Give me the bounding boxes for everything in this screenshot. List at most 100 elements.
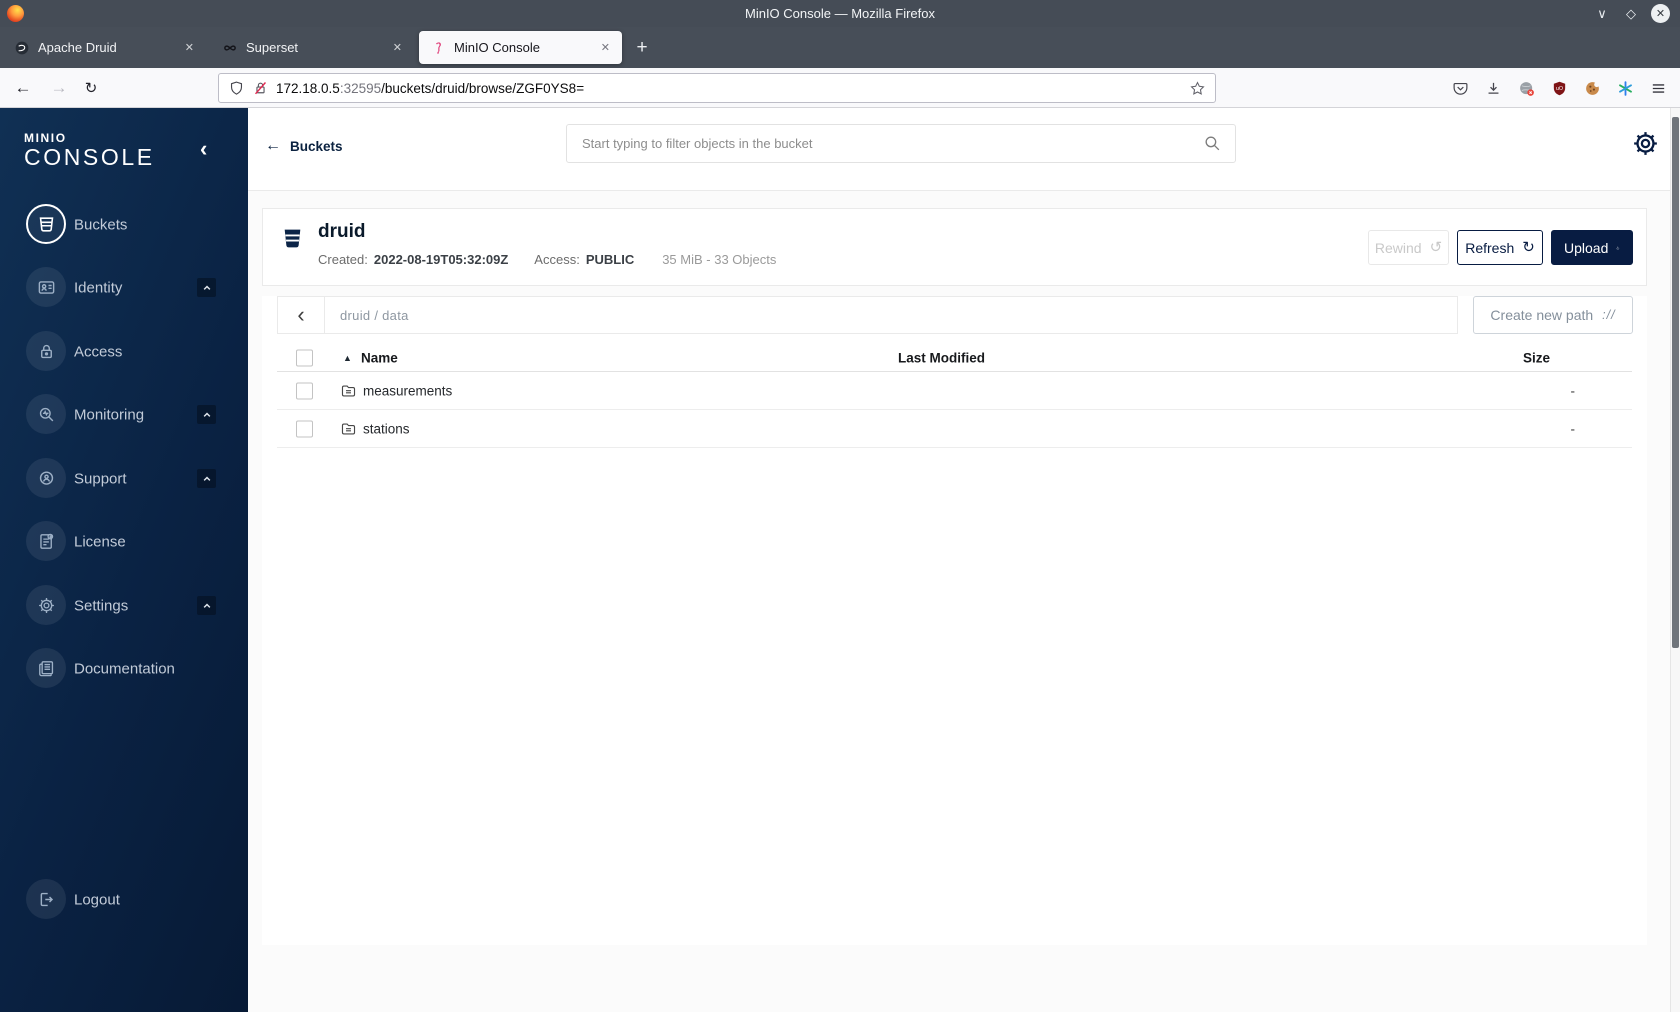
- bucket-actions: Rewind ↺ Refresh ↻ Upload: [1368, 230, 1633, 265]
- upload-button[interactable]: Upload: [1551, 230, 1633, 265]
- bucket-usage: 35 MiB - 33 Objects: [662, 252, 777, 267]
- column-header-size: Size: [1522, 350, 1550, 366]
- tracking-shield-icon[interactable]: [228, 80, 245, 97]
- page-scrollbar[interactable]: [1670, 108, 1680, 1012]
- ublock-origin-icon[interactable]: uO: [1551, 80, 1568, 97]
- pocket-icon[interactable]: [1452, 80, 1469, 97]
- column-header-name[interactable]: Name: [361, 351, 398, 366]
- cookie-extension-icon[interactable]: [1584, 80, 1601, 97]
- sidebar-item-settings[interactable]: Settings: [0, 574, 248, 637]
- search-icon: [1205, 136, 1220, 151]
- object-row-measurements[interactable]: measurements -: [277, 372, 1632, 410]
- minio-console-logo: MINIO CONSOLE: [24, 131, 155, 171]
- main-content: ← Buckets Start typing to filter objects…: [248, 108, 1680, 1012]
- url-host: 172.18.0.5: [276, 80, 340, 96]
- page-header: ← Buckets: [248, 108, 1680, 191]
- chevron-up-icon[interactable]: [197, 469, 216, 488]
- window-controls: ∨ ◇ ✕: [1593, 4, 1670, 23]
- select-all-checkbox[interactable]: [296, 349, 313, 367]
- upload-icon: [1616, 246, 1620, 249]
- sidebar-item-identity[interactable]: Identity: [0, 256, 248, 319]
- tab-superset[interactable]: Superset ✕: [211, 31, 414, 64]
- sidebar-item-license[interactable]: License: [0, 510, 248, 573]
- refresh-button[interactable]: Refresh ↻: [1457, 230, 1543, 265]
- bucket-name: druid: [318, 221, 366, 242]
- tab-minio-console[interactable]: MinIO Console ✕: [419, 31, 622, 64]
- sidebar-item-label: Identity: [74, 279, 123, 296]
- scrollbar-thumb[interactable]: [1672, 117, 1679, 648]
- object-name[interactable]: measurements: [363, 383, 452, 398]
- chevron-up-icon[interactable]: [197, 278, 216, 297]
- refresh-icon: ↻: [1522, 239, 1535, 256]
- objects-table-header: ▲ Name Last Modified Size: [277, 345, 1632, 372]
- tab-apache-druid[interactable]: Apache Druid ✕: [3, 31, 206, 64]
- toolbar-extension-icons: uO: [1452, 74, 1667, 102]
- access-label: Access:: [534, 252, 580, 267]
- asterisk-extension-icon[interactable]: [1617, 80, 1634, 97]
- forward-button[interactable]: →: [44, 74, 74, 102]
- extension-account-icon[interactable]: [1518, 80, 1535, 97]
- window-close-icon[interactable]: ✕: [1651, 4, 1670, 23]
- downloads-icon[interactable]: [1485, 80, 1502, 97]
- bucket-metadata: Created: 2022-08-19T05:32:09Z Access: PU…: [318, 252, 776, 267]
- sidebar-item-support[interactable]: Support: [0, 447, 248, 510]
- window-maximize-icon[interactable]: ◇: [1622, 5, 1640, 23]
- path-back-chevron-icon[interactable]: ‹: [278, 297, 325, 333]
- search-input[interactable]: [580, 135, 1203, 152]
- tab-close-icon[interactable]: ✕: [180, 40, 199, 55]
- url-path: /buckets/druid/browse/ZGF0YS8=: [381, 80, 585, 96]
- minio-flamingo-favicon: [436, 41, 441, 54]
- insecure-lock-icon[interactable]: [252, 80, 269, 97]
- bucket-icon: [280, 226, 305, 251]
- created-value: 2022-08-19T05:32:09Z: [373, 252, 509, 267]
- upload-label: Upload: [1564, 239, 1609, 256]
- column-header-last-modified: Last Modified: [898, 350, 985, 366]
- sidebar-item-documentation[interactable]: Documentation: [0, 637, 248, 700]
- tab-close-icon[interactable]: ✕: [388, 40, 407, 55]
- create-new-path-label: Create new path: [1490, 307, 1594, 323]
- row-checkbox[interactable]: [296, 382, 313, 399]
- sidebar-item-access[interactable]: Access: [0, 320, 248, 383]
- hamburger-menu-icon[interactable]: [1650, 80, 1667, 97]
- minio-console-app: MINIO CONSOLE ‹ Buckets Identity Access …: [0, 108, 1680, 1012]
- sidebar-item-label: Buckets: [74, 216, 128, 233]
- back-to-buckets-link[interactable]: ← Buckets: [265, 137, 343, 155]
- chevron-up-icon[interactable]: [197, 405, 216, 424]
- tab-strip: Apache Druid ✕ Superset ✕ MinIO Console …: [0, 27, 1680, 68]
- tab-title: Superset: [246, 40, 299, 55]
- settings-gear-icon[interactable]: [1631, 129, 1660, 158]
- sidebar-item-label: Settings: [74, 597, 129, 614]
- chevron-up-icon[interactable]: [197, 596, 216, 615]
- reload-button[interactable]: ↻: [76, 74, 106, 102]
- sidebar-item-label: Access: [74, 343, 123, 360]
- screen: MinIO Console — Mozilla Firefox ∨ ◇ ✕ Ap…: [0, 0, 1680, 1012]
- object-row-stations[interactable]: stations -: [277, 410, 1632, 448]
- create-new-path-button[interactable]: Create new path ://: [1473, 296, 1633, 334]
- sidebar-item-buckets[interactable]: Buckets: [0, 193, 248, 256]
- license-document-icon: [26, 521, 66, 561]
- sort-ascending-icon: ▲: [343, 353, 352, 363]
- back-button[interactable]: ←: [8, 74, 38, 102]
- object-name[interactable]: stations: [363, 421, 410, 436]
- window-minimize-icon[interactable]: ∨: [1593, 5, 1611, 23]
- back-arrow-icon: ←: [265, 137, 281, 154]
- refresh-label: Refresh: [1465, 239, 1515, 256]
- object-filter-searchbox: [566, 124, 1236, 163]
- url-port: :32595: [339, 80, 382, 96]
- row-checkbox[interactable]: [296, 420, 313, 437]
- back-to-buckets-label: Buckets: [290, 138, 343, 154]
- tab-close-icon[interactable]: ✕: [596, 40, 615, 55]
- new-tab-button[interactable]: +: [627, 33, 657, 63]
- object-size: -: [1570, 383, 1576, 398]
- sidebar-collapse-icon[interactable]: ‹: [200, 138, 207, 160]
- sidebar-item-label: Logout: [74, 891, 120, 908]
- sidebar-item-label: Support: [74, 470, 127, 487]
- url-text[interactable]: 172.18.0.5:32595/buckets/druid/browse/ZG…: [276, 81, 1189, 96]
- bookmark-star-icon[interactable]: [1189, 80, 1206, 97]
- url-bar[interactable]: 172.18.0.5:32595/buckets/druid/browse/ZG…: [218, 73, 1216, 103]
- sidebar-item-logout[interactable]: Logout: [0, 868, 248, 931]
- sidebar-item-monitoring[interactable]: Monitoring: [0, 383, 248, 446]
- support-icon: [26, 458, 66, 498]
- folder-icon: [340, 382, 357, 399]
- rewind-button[interactable]: Rewind ↺: [1368, 230, 1449, 265]
